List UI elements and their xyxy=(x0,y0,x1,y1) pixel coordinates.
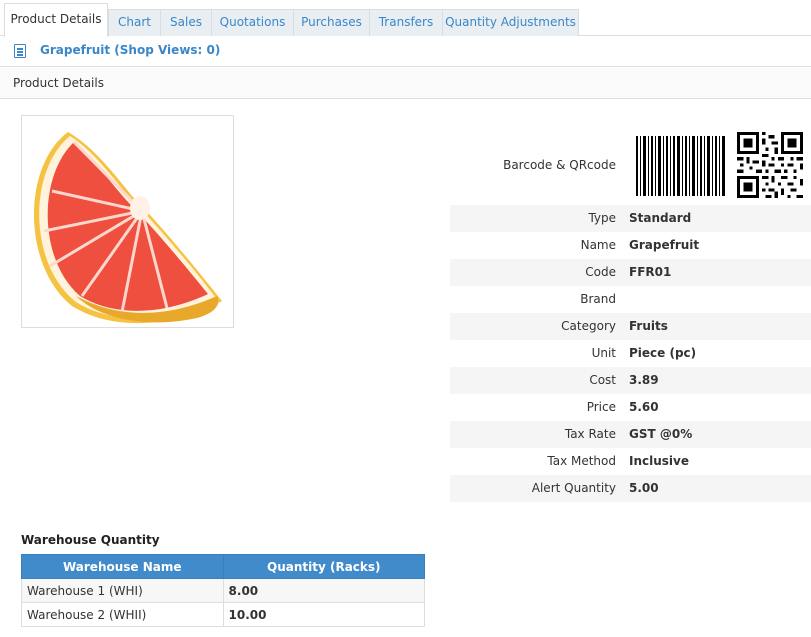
tab-quotations[interactable]: Quotations xyxy=(211,9,294,36)
detail-value: FFR01 xyxy=(629,265,672,279)
detail-row-category: Category Fruits xyxy=(450,313,811,340)
document-icon xyxy=(14,44,26,58)
section-title: Product Details xyxy=(13,76,104,90)
section-header: Product Details xyxy=(0,68,811,99)
detail-row-tax-method: Tax Method Inclusive xyxy=(450,448,811,475)
detail-value: Standard xyxy=(629,211,692,225)
warehouse-name-cell: Warehouse 1 (WHI) xyxy=(21,578,224,603)
detail-row-alert-quantity: Alert Quantity 5.00 xyxy=(450,475,811,502)
detail-value: GST @0% xyxy=(629,427,693,441)
detail-value: Fruits xyxy=(629,319,668,333)
detail-row-code: Code FFR01 xyxy=(450,259,811,286)
product-image xyxy=(21,115,234,328)
quantity-cell: 10.00 xyxy=(222,602,426,627)
product-header: Grapefruit (Shop Views: 0) xyxy=(0,36,811,67)
page-title: Grapefruit (Shop Views: 0) xyxy=(40,43,221,57)
detail-value: Grapefruit xyxy=(629,238,700,252)
warehouse-quantity-table: Warehouse Name Quantity (Racks) Warehous… xyxy=(21,554,426,627)
detail-label: Type xyxy=(588,211,616,225)
table-row: Warehouse 1 (WHI) 8.00 xyxy=(21,578,426,603)
detail-label: Brand xyxy=(580,292,616,306)
detail-label: Name xyxy=(580,238,616,252)
detail-label: Unit xyxy=(591,346,616,360)
detail-value: 5.60 xyxy=(629,400,659,414)
tab-transfers[interactable]: Transfers xyxy=(369,9,443,36)
table-row: Warehouse 2 (WHII) 10.00 xyxy=(21,602,426,627)
detail-value: 5.00 xyxy=(629,481,659,495)
quantity-cell: 8.00 xyxy=(222,578,426,603)
detail-label: Alert Quantity xyxy=(531,481,616,495)
detail-label: Category xyxy=(561,319,616,333)
tab-bar: Product Details Chart Sales Quotations P… xyxy=(0,0,811,37)
detail-row-name: Name Grapefruit xyxy=(450,232,811,259)
product-details-table: Type Standard Name Grapefruit Code FFR01 Br… xyxy=(450,205,811,502)
detail-label: Tax Method xyxy=(547,454,616,468)
tab-purchases[interactable]: Purchases xyxy=(293,9,370,36)
detail-value: Inclusive xyxy=(629,454,689,468)
detail-label: Price xyxy=(586,400,616,414)
table-header-row: Warehouse Name Quantity (Racks) xyxy=(21,554,426,579)
tab-quantity-adjustments[interactable]: Quantity Adjustments xyxy=(442,9,579,36)
detail-value: Piece (pc) xyxy=(629,346,697,360)
column-header-quantity: Quantity (Racks) xyxy=(222,554,426,579)
detail-row-unit: Unit Piece (pc) xyxy=(450,340,811,367)
qrcode-image xyxy=(737,132,803,198)
detail-row-type: Type Standard xyxy=(450,205,811,232)
detail-row-brand: Brand xyxy=(450,286,811,313)
detail-label: Tax Rate xyxy=(564,427,616,441)
detail-row-cost: Cost 3.89 xyxy=(450,367,811,394)
tab-chart[interactable]: Chart xyxy=(108,9,161,36)
tab-product-details[interactable]: Product Details xyxy=(4,3,108,37)
tab-sales[interactable]: Sales xyxy=(160,9,212,36)
detail-value: 3.89 xyxy=(629,373,659,387)
barcode-qrcode-label: Barcode & QRcode xyxy=(503,158,616,172)
warehouse-quantity-title: Warehouse Quantity xyxy=(21,533,160,547)
detail-label: Code xyxy=(585,265,616,279)
column-header-warehouse-name: Warehouse Name xyxy=(21,554,224,579)
detail-row-tax-rate: Tax Rate GST @0% xyxy=(450,421,811,448)
grapefruit-image xyxy=(33,132,222,324)
detail-label: Cost xyxy=(589,373,616,387)
warehouse-name-cell: Warehouse 2 (WHII) xyxy=(21,602,224,627)
detail-row-price: Price 5.60 xyxy=(450,394,811,421)
barcode-image xyxy=(636,136,725,196)
